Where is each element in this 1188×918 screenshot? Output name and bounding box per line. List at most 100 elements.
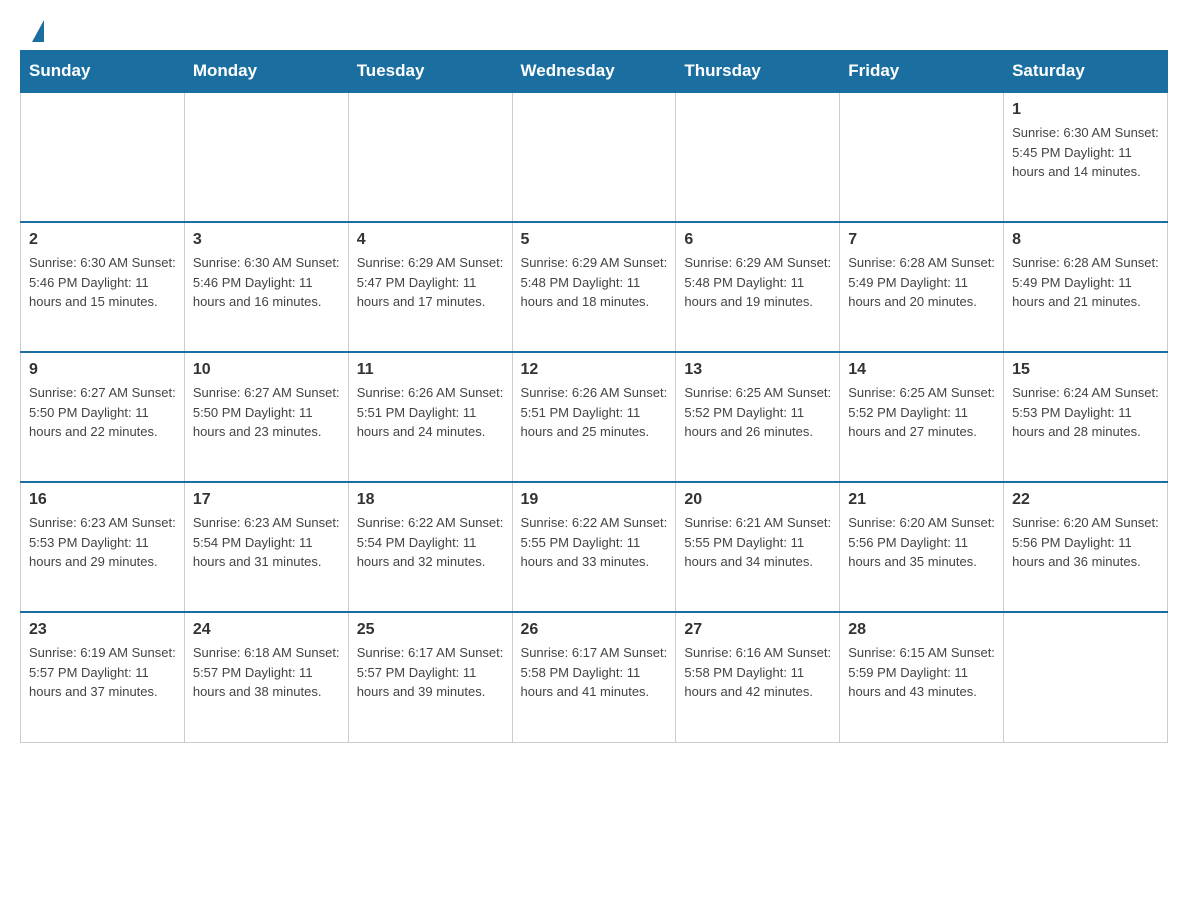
day-info: Sunrise: 6:26 AM Sunset: 5:51 PM Dayligh… <box>521 383 668 442</box>
calendar-week-row: 23 Sunrise: 6:19 AM Sunset: 5:57 PM Dayli… <box>21 612 1168 742</box>
calendar-day-cell: 28Sunrise: 6:15 AM Sunset: 5:59 PM Dayli… <box>840 612 1004 742</box>
calendar-day-cell <box>512 92 676 222</box>
calendar-table: SundayMondayTuesdayWednesdayThursdayFrid… <box>20 50 1168 743</box>
calendar-day-cell: 18 Sunrise: 6:22 AM Sunset: 5:54 PM Dayli… <box>348 482 512 612</box>
day-info: Sunrise: 6:26 AM Sunset: 5:51 PM Dayligh… <box>357 383 504 442</box>
calendar-day-cell <box>1004 612 1168 742</box>
day-number: 15 <box>1012 361 1159 379</box>
calendar-day-cell: 7 Sunrise: 6:28 AM Sunset: 5:49 PM Daylig… <box>840 222 1004 352</box>
calendar-day-cell: 13Sunrise: 6:25 AM Sunset: 5:52 PM Dayli… <box>676 352 840 482</box>
calendar-day-cell: 26 Sunrise: 6:17 AM Sunset: 5:58 PM Dayli… <box>512 612 676 742</box>
calendar-day-cell <box>184 92 348 222</box>
day-info: Sunrise: 6:30 AM Sunset: 5:46 PM Dayligh… <box>193 253 340 312</box>
calendar-day-cell: 9Sunrise: 6:27 AM Sunset: 5:50 PM Daylig… <box>21 352 185 482</box>
calendar-day-cell: 14 Sunrise: 6:25 AM Sunset: 5:52 PM Dayli… <box>840 352 1004 482</box>
day-info: Sunrise: 6:30 AM Sunset: 5:46 PM Dayligh… <box>29 253 176 312</box>
calendar-day-cell: 17 Sunrise: 6:23 AM Sunset: 5:54 PM Dayli… <box>184 482 348 612</box>
column-header-friday: Friday <box>840 51 1004 93</box>
calendar-week-row: 9 Sunrise: 6:27 AM Sunset: 5:50 PM Daylig… <box>21 352 1168 482</box>
day-info: Sunrise: 6:22 AM Sunset: 5:54 PM Dayligh… <box>357 513 504 572</box>
calendar-day-cell <box>21 92 185 222</box>
calendar-day-cell: 6 Sunrise: 6:29 AM Sunset: 5:48 PM Daylig… <box>676 222 840 352</box>
calendar-day-cell: 25 Sunrise: 6:17 AM Sunset: 5:57 PM Dayli… <box>348 612 512 742</box>
calendar-day-cell: 10 Sunrise: 6:27 AM Sunset: 5:50 PM Dayli… <box>184 352 348 482</box>
calendar-day-cell: 24 Sunrise: 6:18 AM Sunset: 5:57 PM Dayli… <box>184 612 348 742</box>
calendar-day-cell <box>676 92 840 222</box>
logo-triangle-icon <box>32 20 44 42</box>
day-number: 12 <box>521 361 668 379</box>
day-number: 25 <box>357 621 504 639</box>
day-number: 26 <box>521 621 668 639</box>
calendar-container: SundayMondayTuesdayWednesdayThursdayFrid… <box>0 50 1188 763</box>
day-number: 19 <box>521 491 668 509</box>
day-info: Sunrise: 6:29 AM Sunset: 5:48 PM Dayligh… <box>521 253 668 312</box>
day-number: 10 <box>193 361 340 379</box>
calendar-header-row: SundayMondayTuesdayWednesdayThursdayFrid… <box>21 51 1168 93</box>
day-number: 17 <box>193 491 340 509</box>
calendar-day-cell: 20 Sunrise: 6:21 AM Sunset: 5:55 PM Dayli… <box>676 482 840 612</box>
day-info: Sunrise: 6:29 AM Sunset: 5:47 PM Dayligh… <box>357 253 504 312</box>
day-info: Sunrise: 6:28 AM Sunset: 5:49 PM Dayligh… <box>848 253 995 312</box>
column-header-wednesday: Wednesday <box>512 51 676 93</box>
calendar-day-cell: 8 Sunrise: 6:28 AM Sunset: 5:49 PM Daylig… <box>1004 222 1168 352</box>
day-info: Sunrise: 6:23 AM Sunset: 5:53 PM Dayligh… <box>29 513 176 572</box>
day-number: 22 <box>1012 491 1159 509</box>
day-number: 8 <box>1012 231 1159 249</box>
calendar-body: 1Sunrise: 6:30 AM Sunset: 5:45 PM Daylig… <box>21 92 1168 742</box>
column-header-thursday: Thursday <box>676 51 840 93</box>
logo <box>30 18 44 40</box>
column-header-monday: Monday <box>184 51 348 93</box>
day-number: 6 <box>684 231 831 249</box>
day-info: Sunrise: 6:24 AM Sunset: 5:53 PM Dayligh… <box>1012 383 1159 442</box>
day-number: 24 <box>193 621 340 639</box>
page-header <box>0 0 1188 50</box>
day-number: 9 <box>29 361 176 379</box>
calendar-day-cell: 23 Sunrise: 6:19 AM Sunset: 5:57 PM Dayli… <box>21 612 185 742</box>
calendar-day-cell: 2 Sunrise: 6:30 AM Sunset: 5:46 PM Daylig… <box>21 222 185 352</box>
day-number: 27 <box>684 621 831 639</box>
day-number: 16 <box>29 491 176 509</box>
calendar-day-cell: 3 Sunrise: 6:30 AM Sunset: 5:46 PM Daylig… <box>184 222 348 352</box>
day-info: Sunrise: 6:30 AM Sunset: 5:45 PM Dayligh… <box>1012 123 1159 182</box>
day-number: 21 <box>848 491 995 509</box>
calendar-day-cell: 1Sunrise: 6:30 AM Sunset: 5:45 PM Daylig… <box>1004 92 1168 222</box>
day-info: Sunrise: 6:19 AM Sunset: 5:57 PM Dayligh… <box>29 643 176 702</box>
day-info: Sunrise: 6:27 AM Sunset: 5:50 PM Dayligh… <box>193 383 340 442</box>
calendar-day-cell: 22 Sunrise: 6:20 AM Sunset: 5:56 PM Dayli… <box>1004 482 1168 612</box>
calendar-day-cell: 5 Sunrise: 6:29 AM Sunset: 5:48 PM Daylig… <box>512 222 676 352</box>
day-info: Sunrise: 6:22 AM Sunset: 5:55 PM Dayligh… <box>521 513 668 572</box>
day-number: 11 <box>357 361 504 379</box>
calendar-week-row: 16 Sunrise: 6:23 AM Sunset: 5:53 PM Dayli… <box>21 482 1168 612</box>
calendar-day-cell: 27Sunrise: 6:16 AM Sunset: 5:58 PM Dayli… <box>676 612 840 742</box>
calendar-day-cell: 19 Sunrise: 6:22 AM Sunset: 5:55 PM Dayli… <box>512 482 676 612</box>
day-number: 18 <box>357 491 504 509</box>
column-header-tuesday: Tuesday <box>348 51 512 93</box>
day-number: 5 <box>521 231 668 249</box>
calendar-day-cell: 15 Sunrise: 6:24 AM Sunset: 5:53 PM Dayli… <box>1004 352 1168 482</box>
day-info: Sunrise: 6:17 AM Sunset: 5:58 PM Dayligh… <box>521 643 668 702</box>
day-info: Sunrise: 6:20 AM Sunset: 5:56 PM Dayligh… <box>848 513 995 572</box>
calendar-day-cell: 21 Sunrise: 6:20 AM Sunset: 5:56 PM Dayli… <box>840 482 1004 612</box>
day-info: Sunrise: 6:20 AM Sunset: 5:56 PM Dayligh… <box>1012 513 1159 572</box>
day-info: Sunrise: 6:18 AM Sunset: 5:57 PM Dayligh… <box>193 643 340 702</box>
day-info: Sunrise: 6:29 AM Sunset: 5:48 PM Dayligh… <box>684 253 831 312</box>
day-number: 4 <box>357 231 504 249</box>
day-number: 7 <box>848 231 995 249</box>
day-number: 23 <box>29 621 176 639</box>
day-number: 28 <box>848 621 995 639</box>
day-number: 3 <box>193 231 340 249</box>
calendar-week-row: 2 Sunrise: 6:30 AM Sunset: 5:46 PM Daylig… <box>21 222 1168 352</box>
calendar-day-cell: 4 Sunrise: 6:29 AM Sunset: 5:47 PM Daylig… <box>348 222 512 352</box>
calendar-day-cell: 12 Sunrise: 6:26 AM Sunset: 5:51 PM Dayli… <box>512 352 676 482</box>
day-info: Sunrise: 6:23 AM Sunset: 5:54 PM Dayligh… <box>193 513 340 572</box>
calendar-day-cell: 16 Sunrise: 6:23 AM Sunset: 5:53 PM Dayli… <box>21 482 185 612</box>
day-number: 20 <box>684 491 831 509</box>
day-number: 13 <box>684 361 831 379</box>
day-info: Sunrise: 6:21 AM Sunset: 5:55 PM Dayligh… <box>684 513 831 572</box>
day-info: Sunrise: 6:25 AM Sunset: 5:52 PM Dayligh… <box>848 383 995 442</box>
day-number: 2 <box>29 231 176 249</box>
day-info: Sunrise: 6:17 AM Sunset: 5:57 PM Dayligh… <box>357 643 504 702</box>
calendar-day-cell <box>348 92 512 222</box>
day-info: Sunrise: 6:28 AM Sunset: 5:49 PM Dayligh… <box>1012 253 1159 312</box>
day-number: 14 <box>848 361 995 379</box>
